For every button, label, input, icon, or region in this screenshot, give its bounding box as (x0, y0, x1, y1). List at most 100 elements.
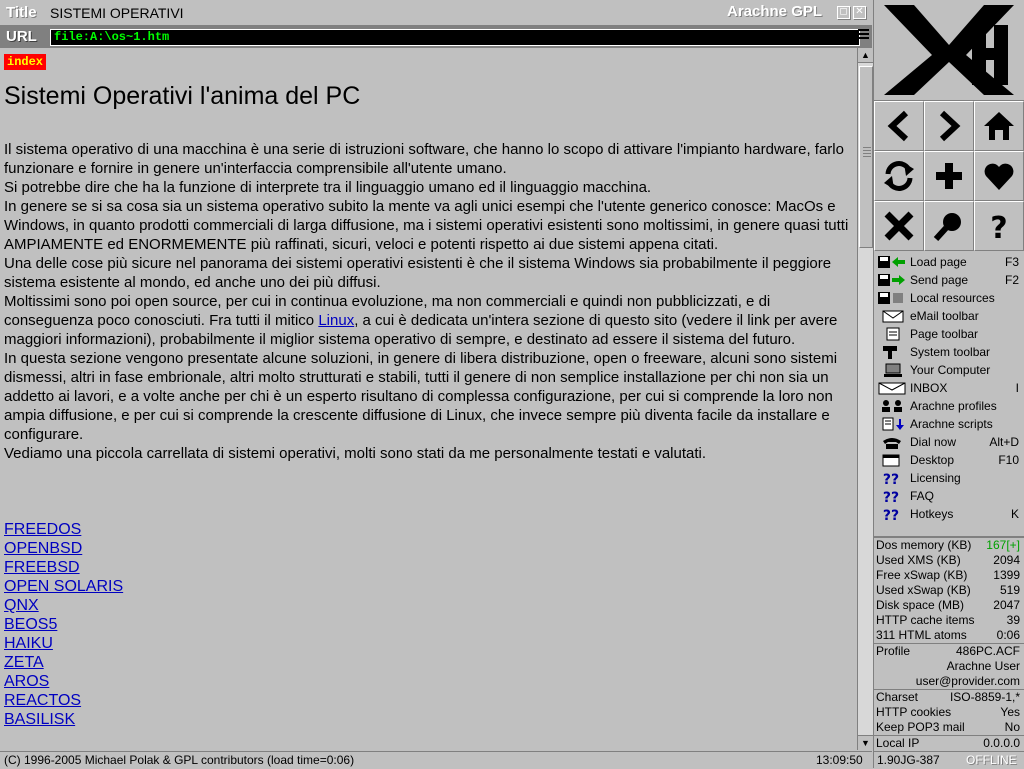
menu-item-label: Dial now (910, 435, 957, 449)
page-title-text: SISTEMI OPERATIVI (50, 5, 184, 21)
menu-item-hotkey: Alt+D (989, 435, 1019, 449)
local-ip-value: 0.0.0.0 (983, 736, 1020, 750)
paragraph: In genere se si sa cosa sia un sistema o… (4, 198, 849, 253)
os-link[interactable]: ZETA (4, 653, 123, 672)
stat-label: Disk space (MB) (876, 598, 965, 612)
floppy-load-icon (877, 255, 907, 269)
paragraph: Vediamo una piccola carrellata di sistem… (4, 445, 707, 462)
question-icon: ?? (877, 471, 907, 488)
menu-item-hotkeys[interactable]: ?? Hotkeys K (874, 505, 1024, 524)
stat-row: Used XMS (KB) 2094 (874, 553, 1024, 568)
menu-item-dial-now[interactable]: Dial now Alt+D (874, 433, 1024, 451)
stat-row: Used xSwap (KB) 519 (874, 583, 1024, 598)
status-text: (C) 1996-2005 Michael Polak & GPL contri… (4, 753, 355, 767)
profile-email: user@provider.com (915, 674, 1020, 688)
os-link[interactable]: QNX (4, 596, 123, 615)
back-icon[interactable] (874, 101, 924, 151)
local-ip-label: Local IP (876, 736, 920, 750)
status-clock: 13:09:50 (816, 753, 863, 767)
menu-item-arachne-scripts[interactable]: Arachne scripts (874, 415, 1024, 433)
os-link[interactable]: AROS (4, 672, 123, 691)
page-body: Il sistema operativo di una macchina è u… (4, 140, 849, 463)
brand-label: Arachne GPL (727, 3, 823, 20)
menu-item-send-page[interactable]: Send page F2 (874, 271, 1024, 289)
url-input[interactable]: file:A:\os~1.htm (50, 29, 860, 46)
scroll-down-icon[interactable]: ▼ (858, 735, 873, 750)
os-link[interactable]: FREEDOS (4, 520, 123, 539)
setting-value: No (1004, 720, 1020, 734)
paragraph: Il sistema operativo di una macchina è u… (4, 141, 844, 177)
setting-label: HTTP cookies (876, 705, 952, 719)
profile-user: Arachne User (946, 659, 1020, 673)
menu-item-desktop[interactable]: Desktop F10 (874, 451, 1024, 469)
menu-item-label: System toolbar (910, 345, 991, 359)
add-bookmark-icon[interactable] (924, 151, 974, 201)
stat-value: 0:06 (996, 628, 1020, 642)
url-tag: URL (6, 28, 37, 45)
os-link[interactable]: HAIKU (4, 634, 123, 653)
profile-file: 486PC.ACF (955, 644, 1020, 658)
menu-item-label: Arachne scripts (910, 417, 993, 431)
help-icon[interactable]: ? (974, 201, 1024, 251)
menu-item-label: Local resources (910, 291, 995, 305)
offline-status[interactable]: OFFLINE (966, 753, 1017, 767)
search-icon[interactable] (924, 201, 974, 251)
menu-item-arachne-profiles[interactable]: Arachne profiles (874, 397, 1024, 415)
menu-item-hotkey: F10 (998, 453, 1019, 467)
paragraph: In questa sezione vengono presentate alc… (4, 350, 838, 443)
linux-link[interactable]: Linux (318, 312, 354, 329)
forward-icon[interactable] (924, 101, 974, 151)
close-icon[interactable]: ✕ (853, 6, 866, 19)
index-link[interactable]: index (4, 54, 47, 70)
menu-item-page-toolbar[interactable]: Page toolbar (874, 325, 1024, 343)
menu-item-your-computer[interactable]: Your Computer (874, 361, 1024, 379)
grip-icon (863, 147, 871, 159)
os-link[interactable]: FREEBSD (4, 558, 123, 577)
menu-item-local-resources[interactable]: Local resources (874, 289, 1024, 307)
os-link[interactable]: BASILISK (4, 710, 123, 729)
stat-label: Dos memory (KB) (876, 538, 972, 552)
reload-icon[interactable] (874, 151, 924, 201)
floppy-icon (877, 291, 907, 305)
heart-icon[interactable] (974, 151, 1024, 201)
stat-label: Free xSwap (KB) (876, 568, 968, 582)
page-icon (877, 327, 907, 341)
status-bar: (C) 1996-2005 Michael Polak & GPL contri… (0, 751, 872, 769)
home-icon[interactable] (974, 101, 1024, 151)
profile-row[interactable]: Profile 486PC.ACF (874, 644, 1024, 659)
stop-icon[interactable] (874, 201, 924, 251)
maximize-icon[interactable]: ◻ (837, 6, 850, 19)
os-link[interactable]: OPENBSD (4, 539, 123, 558)
menu-item-email-toolbar[interactable]: eMail toolbar (874, 307, 1024, 325)
setting-row[interactable]: HTTP cookies Yes (874, 705, 1024, 720)
setting-row[interactable]: Charset ISO-8859-1,* (874, 690, 1024, 705)
os-link[interactable]: REACTOS (4, 691, 123, 710)
menu-item-licensing[interactable]: ?? Licensing (874, 469, 1024, 488)
menu-item-label: Your Computer (910, 363, 991, 377)
os-link[interactable]: BEOS5 (4, 615, 123, 634)
menu-item-label: Licensing (910, 471, 961, 485)
menu-item-inbox[interactable]: INBOX I (874, 379, 1024, 397)
question-icon: ?? (877, 507, 907, 524)
scroll-thumb[interactable] (859, 66, 873, 248)
scroll-up-icon[interactable]: ▲ (858, 48, 873, 63)
stat-value: 519 (999, 583, 1020, 597)
setting-row[interactable]: Keep POP3 mail No (874, 720, 1024, 735)
stat-value: 1399 (993, 568, 1020, 582)
arachne-logo-icon[interactable] (874, 0, 1024, 101)
vertical-scrollbar[interactable]: ▲ ▼ (857, 48, 873, 750)
setting-label: Keep POP3 mail (876, 720, 965, 734)
os-link[interactable]: OPEN SOLARIS (4, 577, 123, 596)
menu-item-faq[interactable]: ?? FAQ (874, 487, 1024, 506)
stat-value: 2094 (993, 553, 1020, 567)
stat-label: Used xSwap (KB) (876, 583, 971, 597)
hamburger-menu-icon[interactable] (858, 29, 869, 43)
stat-label: Used XMS (KB) (876, 553, 961, 567)
svg-text:?: ? (990, 211, 1007, 243)
menu-item-label: Desktop (910, 453, 955, 467)
page-content: index Sistemi Operativi l'anima del PC I… (0, 50, 857, 750)
menu-item-load-page[interactable]: Load page F3 (874, 253, 1024, 271)
menu-item-system-toolbar[interactable]: System toolbar (874, 343, 1024, 361)
menu-item-hotkey: I (1015, 381, 1019, 395)
stat-label: 311 HTML atoms (876, 628, 967, 642)
